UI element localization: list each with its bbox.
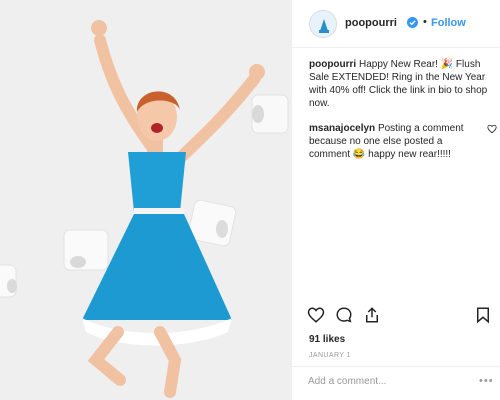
username[interactable]: poopourri (345, 17, 397, 29)
toilet-paper-roll-edge (0, 264, 17, 298)
like-count[interactable]: 91 likes (309, 334, 345, 345)
comment: msanajocelyn Posting a comment because n… (309, 122, 477, 161)
verified-badge-icon (407, 17, 418, 28)
add-comment-input[interactable] (308, 376, 468, 387)
bookmark-icon[interactable] (474, 306, 492, 324)
more-options-button[interactable]: ••• (479, 375, 494, 387)
comment-like-heart-icon[interactable] (487, 124, 497, 134)
post-date[interactable]: JANUARY 1 (309, 352, 351, 359)
share-icon[interactable] (363, 306, 381, 324)
avatar[interactable] (309, 10, 337, 38)
comment-username[interactable]: msanajocelyn (309, 123, 375, 134)
caption-username[interactable]: poopourri (309, 59, 356, 70)
post-caption: poopourri Happy New Rear! 🎉 Flush Sale E… (309, 58, 493, 110)
woman-in-blue-dress-image (0, 0, 291, 400)
heart-icon[interactable] (307, 306, 325, 324)
separator-dot: • (423, 16, 427, 28)
toilet-paper-roll-right (251, 94, 289, 134)
action-bar (292, 300, 500, 330)
add-comment-bar: ••• (292, 366, 500, 400)
post-details-panel: poopourri • Follow poopourri Happy New R… (291, 0, 500, 400)
toilet-paper-roll-left (63, 229, 109, 271)
avatar-image (310, 11, 336, 37)
follow-button[interactable]: Follow (431, 17, 466, 29)
comment-icon[interactable] (335, 306, 353, 324)
post-photo[interactable] (0, 0, 291, 400)
post-header: poopourri • Follow (292, 0, 500, 48)
